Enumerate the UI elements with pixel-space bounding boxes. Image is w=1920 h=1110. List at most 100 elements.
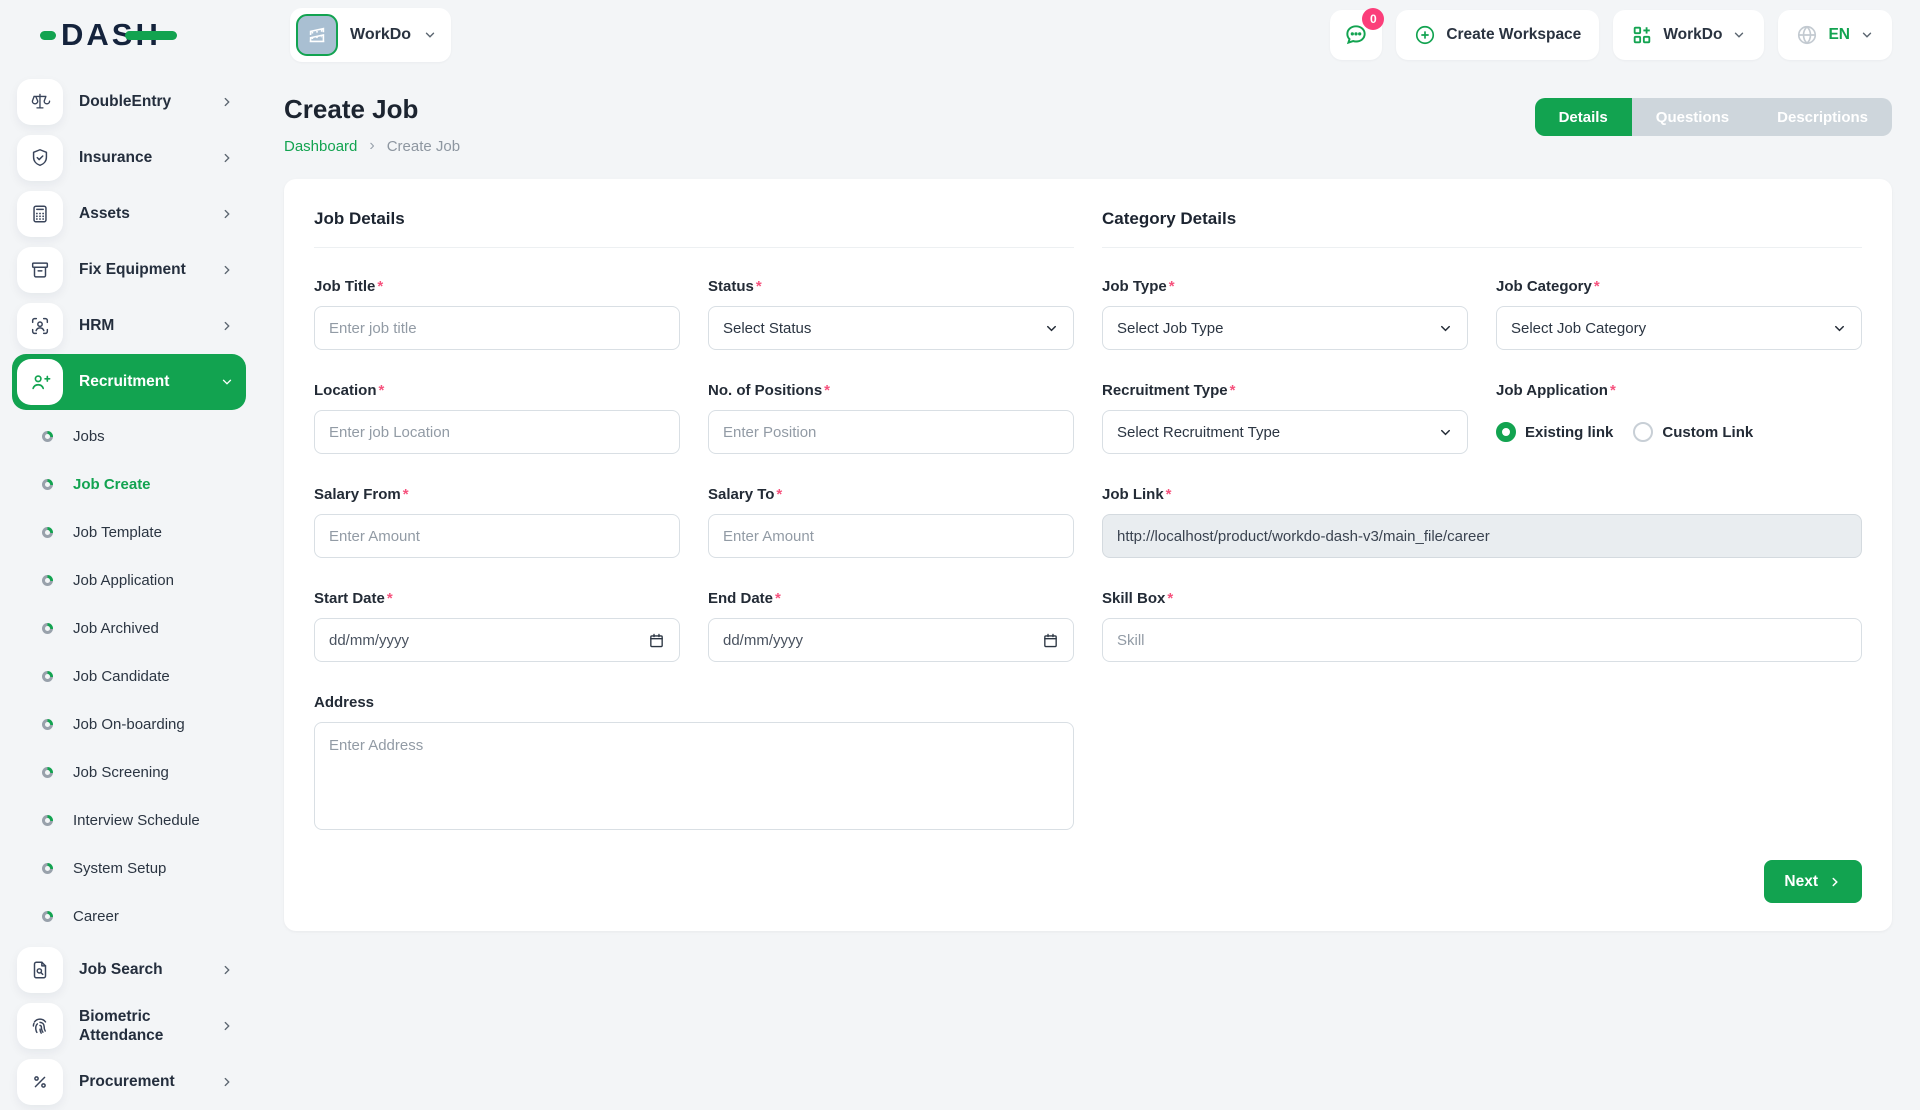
- sidebar-item-biometric-attendance[interactable]: Biometric Attendance: [12, 998, 246, 1054]
- next-button[interactable]: Next: [1764, 860, 1862, 903]
- end-date-value: dd/mm/yyyy: [723, 632, 803, 649]
- submenu-item-job-archived[interactable]: Job Archived: [12, 604, 246, 652]
- workspace-selector[interactable]: WorkDo: [290, 8, 451, 62]
- skill-box-label: Skill Box: [1102, 590, 1165, 607]
- tab-details[interactable]: Details: [1535, 98, 1632, 136]
- messages-button[interactable]: 0: [1330, 10, 1382, 60]
- salary-to-input[interactable]: [708, 514, 1074, 558]
- submenu-item-interview-schedule[interactable]: Interview Schedule: [12, 796, 246, 844]
- status-field: Status* Select Status: [708, 278, 1074, 350]
- sidebar-item-hrm[interactable]: HRM: [12, 298, 246, 354]
- address-field: Address: [314, 694, 1074, 830]
- app-logo[interactable]: DASH: [40, 17, 290, 53]
- sidebar-item-insurance[interactable]: Insurance: [12, 130, 246, 186]
- required-marker: *: [824, 382, 830, 399]
- submenu-item-label: Job Template: [73, 524, 162, 541]
- create-workspace-button[interactable]: Create Workspace: [1396, 10, 1599, 60]
- required-marker: *: [775, 590, 781, 607]
- bullet-icon: [42, 815, 53, 826]
- bullet-icon: [42, 767, 53, 778]
- app-menu-button[interactable]: WorkDo: [1613, 10, 1764, 60]
- calendar-icon: [1042, 632, 1059, 649]
- required-marker: *: [1166, 486, 1172, 503]
- sidebar-item-fix-equipment[interactable]: Fix Equipment: [12, 242, 246, 298]
- sidebar-item-procurement[interactable]: Procurement: [12, 1054, 246, 1110]
- job-title-label: Job Title: [314, 278, 375, 295]
- job-link-label: Job Link: [1102, 486, 1164, 503]
- job-application-radio-group: Existing link Custom Link: [1496, 410, 1862, 454]
- submenu-item-label: Job Screening: [73, 764, 169, 781]
- skill-input[interactable]: [1102, 618, 1862, 662]
- recruitment-type-field: Recruitment Type* Select Recruitment Typ…: [1102, 382, 1468, 454]
- sidebar-item-label: HRM: [79, 316, 204, 335]
- submenu-item-job-screening[interactable]: Job Screening: [12, 748, 246, 796]
- chevron-right-icon: [220, 151, 234, 165]
- required-marker: *: [1594, 278, 1600, 295]
- job-application-label: Job Application: [1496, 382, 1608, 399]
- globe-icon: [1796, 24, 1818, 46]
- submenu-item-job-onboarding[interactable]: Job On-boarding: [12, 700, 246, 748]
- required-marker: *: [379, 382, 385, 399]
- recruitment-type-select[interactable]: Select Recruitment Type: [1102, 410, 1468, 454]
- wizard-tabs: Details Questions Descriptions: [1535, 98, 1892, 136]
- tab-descriptions[interactable]: Descriptions: [1753, 98, 1892, 136]
- submenu-item-job-candidate[interactable]: Job Candidate: [12, 652, 246, 700]
- radio-existing-link-label: Existing link: [1525, 424, 1613, 441]
- end-date-label: End Date: [708, 590, 773, 607]
- required-marker: *: [403, 486, 409, 503]
- start-date-input[interactable]: dd/mm/yyyy: [314, 618, 680, 662]
- bullet-icon: [42, 431, 53, 442]
- salary-from-field: Salary From*: [314, 486, 680, 558]
- bullet-icon: [42, 911, 53, 922]
- sidebar-item-job-search[interactable]: Job Search: [12, 942, 246, 998]
- card-footer: Next: [314, 860, 1862, 903]
- address-textarea[interactable]: [314, 722, 1074, 830]
- main-content: Create Job Dashboard › Create Job Detail…: [258, 70, 1920, 931]
- logo-bar-icon: [125, 31, 177, 40]
- submenu-item-system-setup[interactable]: System Setup: [12, 844, 246, 892]
- bullet-icon: [42, 863, 53, 874]
- job-type-label: Job Type: [1102, 278, 1167, 295]
- language-code: EN: [1828, 26, 1850, 44]
- language-selector[interactable]: EN: [1778, 10, 1892, 60]
- radio-custom-link-label: Custom Link: [1662, 424, 1753, 441]
- chevron-right-icon: [220, 207, 234, 221]
- breadcrumb-dashboard-link[interactable]: Dashboard: [284, 138, 357, 155]
- positions-input[interactable]: [708, 410, 1074, 454]
- sidebar: DoubleEntry Insurance A: [0, 70, 258, 1110]
- submenu-item-career[interactable]: Career: [12, 892, 246, 940]
- sidebar-item-label: Biometric Attendance: [79, 1007, 204, 1046]
- message-count-badge: 0: [1362, 8, 1384, 30]
- start-date-value: dd/mm/yyyy: [329, 632, 409, 649]
- chevron-down-icon: [423, 28, 437, 42]
- end-date-input[interactable]: dd/mm/yyyy: [708, 618, 1074, 662]
- submenu-item-job-create[interactable]: Job Create: [12, 460, 246, 508]
- top-bar-actions: 0 Create Workspace WorkDo EN: [1330, 10, 1892, 60]
- job-type-select-value: Select Job Type: [1117, 320, 1223, 337]
- tab-questions[interactable]: Questions: [1632, 98, 1753, 136]
- sidebar-item-recruitment[interactable]: Recruitment: [12, 354, 246, 410]
- user-plus-icon: [17, 359, 63, 405]
- salary-to-label: Salary To: [708, 486, 774, 503]
- submenu-item-job-application[interactable]: Job Application: [12, 556, 246, 604]
- job-title-input[interactable]: [314, 306, 680, 350]
- radio-existing-link[interactable]: Existing link: [1496, 422, 1613, 442]
- sidebar-item-assets[interactable]: Assets: [12, 186, 246, 242]
- submenu-item-job-template[interactable]: Job Template: [12, 508, 246, 556]
- job-type-select[interactable]: Select Job Type: [1102, 306, 1468, 350]
- submenu-item-jobs[interactable]: Jobs: [12, 412, 246, 460]
- breadcrumb-separator-icon: ›: [369, 137, 374, 155]
- archive-box-icon: [17, 247, 63, 293]
- location-input[interactable]: [314, 410, 680, 454]
- start-date-field: Start Date* dd/mm/yyyy: [314, 590, 680, 662]
- job-link-input[interactable]: [1102, 514, 1862, 558]
- job-category-select[interactable]: Select Job Category: [1496, 306, 1862, 350]
- salary-from-label: Salary From: [314, 486, 401, 503]
- status-select[interactable]: Select Status: [708, 306, 1074, 350]
- logo-dash-icon: [40, 31, 56, 40]
- radio-custom-link[interactable]: Custom Link: [1633, 422, 1753, 442]
- chevron-right-icon: [220, 1019, 234, 1033]
- salary-from-input[interactable]: [314, 514, 680, 558]
- sidebar-item-doubleentry[interactable]: DoubleEntry: [12, 74, 246, 130]
- location-field: Location*: [314, 382, 680, 454]
